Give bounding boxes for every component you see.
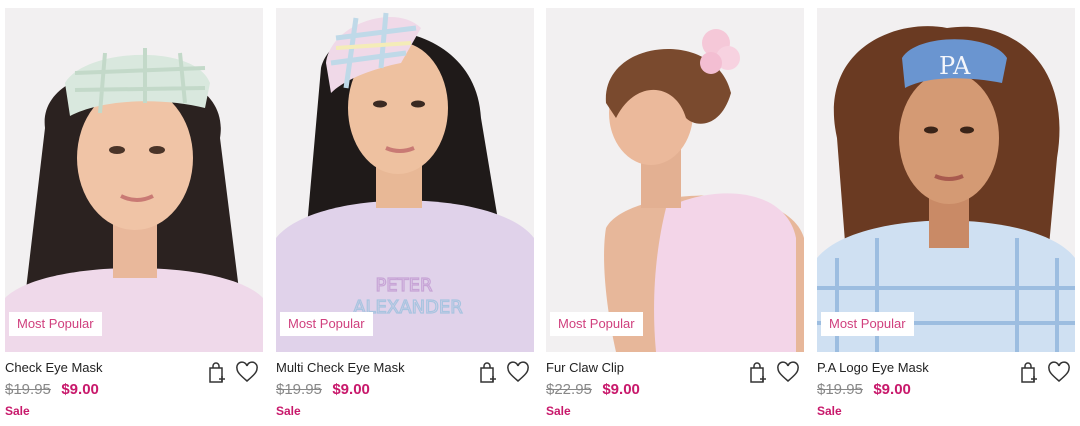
sale-label: Sale — [276, 404, 301, 418]
product-card-check-eye-mask[interactable]: Most Popular Check Eye Mask $19.95 $9.00… — [5, 8, 263, 422]
shopping-bag-plus-icon[interactable] — [1017, 361, 1041, 385]
most-popular-badge: Most Popular — [550, 312, 643, 336]
shopping-bag-plus-icon[interactable] — [205, 361, 229, 385]
card-actions — [746, 361, 800, 385]
most-popular-badge: Most Popular — [9, 312, 102, 336]
shopping-bag-plus-icon[interactable] — [746, 361, 770, 385]
sale-price: $9.00 — [61, 381, 99, 398]
tee-print-line-1: PETER — [375, 275, 432, 296]
product-photo-fur-claw-clip — [546, 8, 804, 352]
product-image[interactable]: Most Popular — [546, 8, 804, 352]
product-card-multi-check-eye-mask[interactable]: PETER ALEXANDER Most Popular Multi Check… — [276, 8, 534, 422]
product-image[interactable]: PA Most Popular — [817, 8, 1075, 352]
heart-icon[interactable] — [776, 361, 800, 385]
mask-logo-text: PA — [939, 52, 971, 80]
price-row: $19.95 $9.00 — [817, 381, 911, 399]
product-image[interactable]: Most Popular — [5, 8, 263, 352]
card-actions — [1017, 361, 1071, 385]
sale-label: Sale — [546, 404, 571, 418]
heart-icon[interactable] — [1047, 361, 1071, 385]
product-photo-pa-logo-eye-mask: PA — [817, 8, 1075, 352]
shopping-bag-plus-icon[interactable] — [476, 361, 500, 385]
product-grid: Most Popular Check Eye Mask $19.95 $9.00… — [0, 0, 1080, 426]
card-actions — [476, 361, 530, 385]
product-photo-check-eye-mask — [5, 8, 263, 352]
sale-price: $9.00 — [602, 381, 640, 398]
was-price: $19.95 — [817, 381, 863, 398]
product-name[interactable]: Multi Check Eye Mask — [276, 360, 405, 375]
was-price: $19.95 — [5, 381, 51, 398]
price-row: $19.95 $9.00 — [5, 381, 99, 399]
product-name[interactable]: P.A Logo Eye Mask — [817, 360, 929, 375]
most-popular-badge: Most Popular — [821, 312, 914, 336]
sale-label: Sale — [817, 404, 842, 418]
heart-icon[interactable] — [506, 361, 530, 385]
price-row: $22.95 $9.00 — [546, 381, 640, 399]
sale-label: Sale — [5, 404, 30, 418]
sale-price: $9.00 — [873, 381, 911, 398]
product-name[interactable]: Fur Claw Clip — [546, 360, 624, 375]
heart-icon[interactable] — [235, 361, 259, 385]
product-card-fur-claw-clip[interactable]: Most Popular Fur Claw Clip $22.95 $9.00 … — [546, 8, 804, 422]
price-row: $19.95 $9.00 — [276, 381, 370, 399]
was-price: $22.95 — [546, 381, 592, 398]
was-price: $19.95 — [276, 381, 322, 398]
product-photo-multi-check-eye-mask: PETER ALEXANDER — [276, 8, 534, 352]
product-card-pa-logo-eye-mask[interactable]: PA Most Popular P.A Logo Eye Mask $19.95… — [817, 8, 1075, 422]
product-image[interactable]: PETER ALEXANDER Most Popular — [276, 8, 534, 352]
card-actions — [205, 361, 259, 385]
product-name[interactable]: Check Eye Mask — [5, 360, 103, 375]
sale-price: $9.00 — [332, 381, 370, 398]
most-popular-badge: Most Popular — [280, 312, 373, 336]
